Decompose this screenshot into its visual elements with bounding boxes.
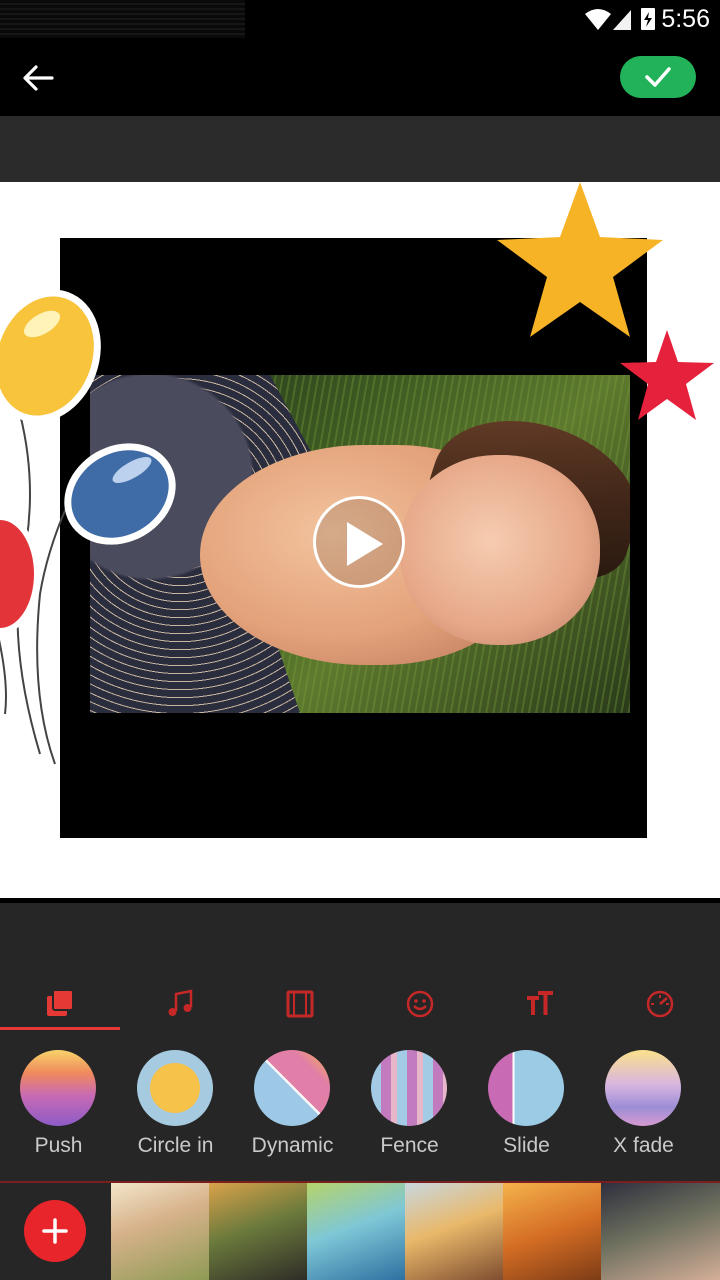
play-button[interactable] [313,496,405,588]
clip-thumbnail[interactable] [209,1183,307,1280]
signal-icon [613,10,631,30]
transition-push[interactable]: Push [0,1050,117,1180]
tab-stickers[interactable] [360,978,480,1030]
back-button[interactable] [18,58,58,98]
clip-thumbnail[interactable] [503,1183,601,1280]
editor-panel: Push Circle in Dynamic Fence Slide X fad… [0,898,720,1280]
transition-label: X fade [613,1134,674,1157]
transition-label: Push [34,1134,83,1157]
transition-thumbnail [605,1050,681,1126]
music-note-icon [168,989,193,1016]
tab-speed[interactable] [600,978,720,1030]
plus-icon [42,1218,68,1244]
layers-icon [47,988,74,1016]
wifi-icon [585,9,611,30]
transition-slide[interactable]: Slide [468,1050,585,1180]
clip-thumbnail[interactable] [601,1183,720,1280]
transition-thumbnail [371,1050,447,1126]
status-icons [583,6,663,32]
check-icon [645,67,671,87]
clock: 5:56 [661,5,710,33]
transition-thumbnail [254,1050,330,1126]
transition-fence[interactable]: Fence [351,1050,468,1180]
transition-list: Push Circle in Dynamic Fence Slide X fad… [0,1050,720,1180]
tab-text[interactable] [480,978,600,1030]
text-size-icon [527,991,553,1015]
transition-label: Circle in [137,1134,214,1157]
confirm-button[interactable] [620,56,696,98]
arrow-left-icon [23,65,54,91]
divider [0,898,720,903]
transition-x-fade[interactable]: X fade [585,1050,702,1180]
red-star-sticker [620,330,714,420]
toolbar-spacer [0,116,720,182]
notification-area [0,0,245,38]
transition-thumbnail [20,1050,96,1126]
smiley-icon [406,990,434,1018]
transition-circle-in[interactable]: Circle in [117,1050,234,1180]
yellow-star-sticker [497,182,663,337]
speedometer-icon [646,990,674,1018]
transition-thumbnail [137,1050,213,1126]
film-strip-icon [286,990,314,1018]
transition-label: Fence [380,1134,439,1157]
balloons-sticker [0,289,176,765]
battery-charging-icon [641,8,655,30]
tab-music[interactable] [120,978,240,1030]
top-toolbar [0,38,720,116]
status-bar: 5:56 [0,0,720,38]
video-preview[interactable] [0,182,720,898]
editor-tabs [0,978,720,1030]
tab-transitions[interactable] [0,978,120,1030]
clip-thumbnail[interactable] [111,1183,209,1280]
transition-dynamic[interactable]: Dynamic [234,1050,351,1180]
clip-thumbnail[interactable] [405,1183,503,1280]
transition-thumbnail [488,1050,564,1126]
play-icon [347,522,383,566]
tab-clips[interactable] [240,978,360,1030]
transition-label: Slide [503,1134,550,1157]
add-clip-button[interactable] [24,1200,86,1262]
transition-label: Dynamic [251,1134,334,1157]
clip-timeline [0,1181,720,1280]
clip-thumbnail[interactable] [307,1183,405,1280]
